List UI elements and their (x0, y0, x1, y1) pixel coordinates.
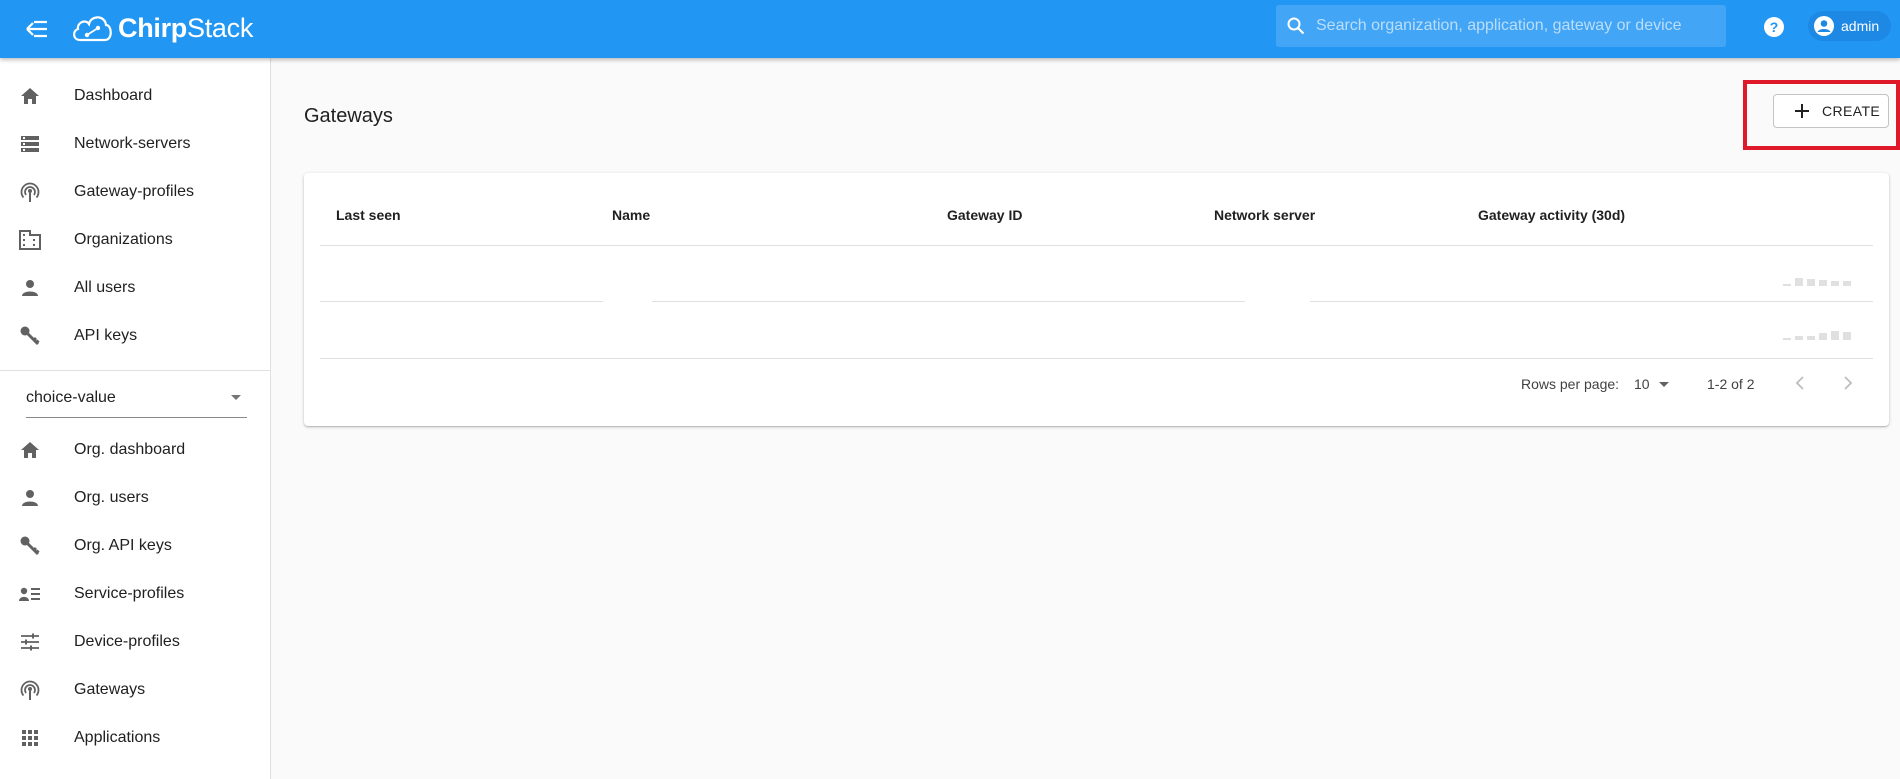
rows-per-page-label: Rows per page: (1521, 376, 1620, 392)
sidebar-item-org-api-keys[interactable]: Org. API keys (0, 522, 270, 570)
dropdown-arrow-icon (1659, 382, 1669, 387)
sidebar-item-label: Org. dashboard (74, 441, 186, 458)
person-icon (18, 486, 42, 510)
gateway-icon (18, 180, 42, 204)
chevron-right-icon (1844, 376, 1853, 390)
svg-text:?: ? (1770, 19, 1779, 35)
create-button-label: CREATE (1822, 103, 1881, 119)
rows-per-page-select[interactable]: 10 (1632, 372, 1674, 396)
previous-page-button[interactable] (1786, 369, 1814, 397)
chevron-left-icon (1795, 376, 1804, 390)
service-profile-icon (18, 582, 42, 606)
key-icon (18, 324, 42, 348)
top-app-bar: ChirpStack ? admin (0, 0, 1900, 58)
chirpstack-logo[interactable]: ChirpStack (70, 6, 253, 50)
tune-icon (18, 630, 42, 654)
gateway-icon (18, 678, 42, 702)
table-header-divider (320, 245, 1873, 246)
column-header-gateway-activity: Gateway activity (30d) (1478, 207, 1626, 223)
search-icon (1284, 14, 1308, 38)
sidebar-item-label: Gateways (74, 681, 146, 698)
sidebar-item-label: Applications (74, 729, 161, 746)
column-header-name[interactable]: Name (612, 207, 650, 223)
sidebar-item-label: Device-profiles (74, 633, 180, 650)
global-search[interactable] (1276, 5, 1726, 47)
sidebar-item-label: Org. users (74, 489, 149, 506)
column-header-last-seen[interactable]: Last seen (336, 207, 401, 223)
row-divider (320, 358, 1873, 359)
activity-sparkline (1783, 331, 1851, 340)
sidebar-item-applications[interactable]: Applications (0, 714, 270, 762)
sidebar-item-org-dashboard[interactable]: Org. dashboard (0, 426, 270, 474)
page-title: Gateways (304, 105, 393, 127)
sidebar-item-device-profiles[interactable]: Device-profiles (0, 618, 270, 666)
home-icon (18, 84, 42, 108)
sidebar-item-org-users[interactable]: Org. users (0, 474, 270, 522)
sidebar: Dashboard Network-servers Gateway-profil… (0, 58, 271, 779)
organization-select-value: choice-value (26, 389, 116, 406)
sidebar-item-label: Org. API keys (74, 537, 172, 554)
sidebar-item-label: Gateway-profiles (74, 183, 195, 200)
sidebar-item-gateways[interactable]: Gateways (0, 666, 270, 714)
next-page-button[interactable] (1834, 369, 1862, 397)
sidebar-item-label: Network-servers (74, 135, 191, 152)
sidebar-item-all-users[interactable]: All users (0, 264, 270, 312)
server-icon (18, 132, 42, 156)
create-gateway-button[interactable]: CREATE (1773, 94, 1889, 128)
account-circle-icon (1814, 16, 1834, 36)
sidebar-item-api-keys[interactable]: API keys (0, 312, 270, 360)
column-header-gateway-id[interactable]: Gateway ID (947, 207, 1022, 223)
apps-icon (18, 726, 42, 750)
row-divider (1310, 301, 1873, 302)
cloud-logo-icon (73, 16, 112, 42)
sidebar-item-network-servers[interactable]: Network-servers (0, 120, 270, 168)
sidebar-item-gateway-profiles[interactable]: Gateway-profiles (0, 168, 270, 216)
home-icon (18, 438, 42, 462)
pagination-range: 1-2 of 2 (1707, 376, 1755, 392)
menu-collapse-icon[interactable] (22, 14, 52, 44)
sidebar-item-label: Service-profiles (74, 585, 185, 602)
column-header-network-server[interactable]: Network server (1214, 207, 1315, 223)
person-icon (18, 276, 42, 300)
user-menu-button[interactable]: admin (1808, 11, 1892, 41)
key-icon (18, 534, 42, 558)
building-icon (18, 228, 42, 252)
brand-name: ChirpStack (118, 12, 254, 43)
sidebar-divider (0, 370, 270, 371)
sidebar-item-dashboard[interactable]: Dashboard (0, 72, 270, 120)
sidebar-item-label: API keys (74, 327, 138, 344)
row-divider (652, 301, 1245, 302)
sidebar-item-service-profiles[interactable]: Service-profiles (0, 570, 270, 618)
sidebar-item-label: Organizations (74, 231, 173, 248)
user-name: admin (1841, 18, 1880, 34)
sidebar-item-organizations[interactable]: Organizations (0, 216, 270, 264)
sidebar-item-label: Dashboard (74, 87, 153, 104)
rows-per-page-value: 10 (1634, 376, 1650, 392)
dropdown-arrow-icon (231, 395, 241, 400)
help-icon[interactable]: ? (1762, 15, 1786, 39)
plus-icon (1794, 103, 1810, 119)
organization-select[interactable]: choice-value (26, 380, 247, 418)
search-input[interactable] (1316, 17, 1716, 35)
sidebar-item-label: All users (74, 279, 136, 296)
activity-sparkline (1783, 278, 1851, 286)
row-divider (320, 301, 603, 302)
